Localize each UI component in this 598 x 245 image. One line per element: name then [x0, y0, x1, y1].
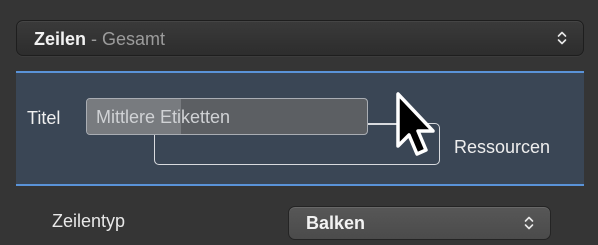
rows-popup-main-text: Zeilen	[34, 29, 87, 49]
resources-label[interactable]: Ressourcen	[454, 137, 550, 158]
rows-popup-separator: -	[86, 29, 103, 49]
title-section: Titel Mittlere Etiketten Ressourcen	[16, 71, 584, 186]
title-text-field[interactable]: Mittlere Etiketten	[86, 98, 368, 135]
row-type-popup-button[interactable]: Balken	[288, 206, 551, 240]
stepper-chevrons-icon	[557, 31, 567, 45]
title-field-value: Mittlere Etiketten	[96, 107, 231, 127]
row-type-popup-value: Balken	[306, 213, 366, 233]
stepper-chevrons-icon	[524, 216, 534, 230]
title-label: Titel	[27, 108, 61, 128]
row-type-label: Zeilentyp	[52, 211, 126, 231]
arrow-cursor-icon	[396, 92, 435, 156]
rows-popup-button[interactable]: Zeilen - Gesamt	[16, 20, 584, 56]
rows-popup-label: Zeilen - Gesamt	[34, 28, 165, 50]
rows-popup-sub-text: Gesamt	[102, 29, 166, 49]
